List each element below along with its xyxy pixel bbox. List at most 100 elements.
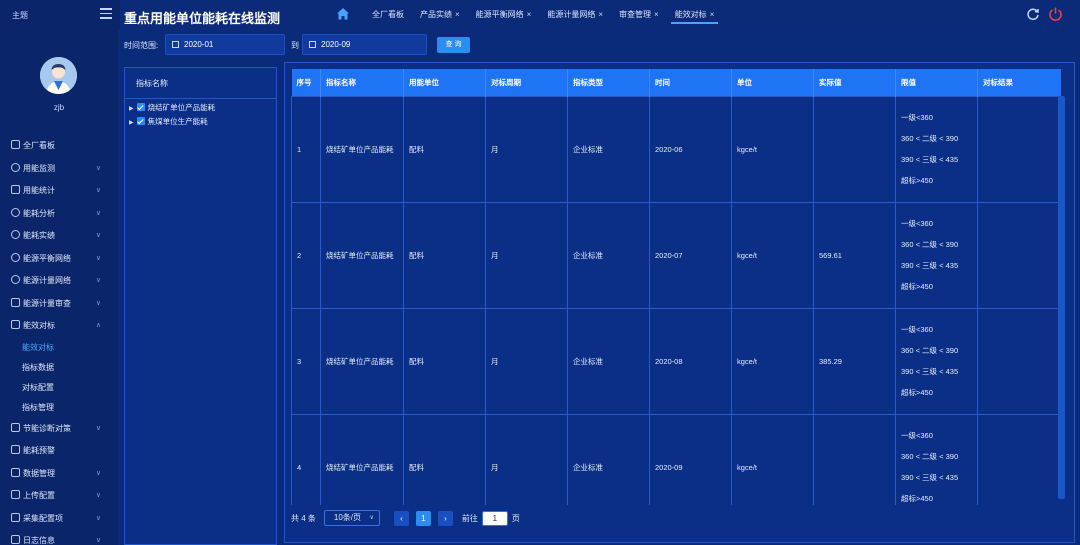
power-icon[interactable] <box>1048 6 1063 21</box>
sidebar-item-label: 上传配置 <box>23 491 55 500</box>
close-icon[interactable]: × <box>710 10 715 19</box>
total-count: 共 4 条 <box>291 513 316 523</box>
cell-no: 3 <box>291 307 321 415</box>
table-scroll-area[interactable]: 序号 指标名称 用能单位 对标周期 指标类型 时间 单位 实际值 限值 对标结果… <box>291 69 1061 505</box>
tab-product-actual[interactable]: 产品实绩 × <box>412 0 468 30</box>
sidebar-item-metering-review[interactable]: 能源计量审查 ∨ <box>0 293 118 316</box>
tree-node-coking-coal[interactable]: ▶ 焦煤单位生产能耗 <box>125 115 276 129</box>
avatar[interactable] <box>40 57 77 94</box>
sidebar-item-data-management[interactable]: 数据管理 ∨ <box>0 463 118 486</box>
cell-unit-org: 配料 <box>403 307 486 415</box>
cell-unit: kgce/t <box>731 201 814 309</box>
sidebar: zjb 全厂看板 用能监测 ∨ 用能统计 ∨ 能耗分析 ∨ 能耗实绩 ∨ 能源平衡网络 ∨… <box>0 30 118 545</box>
page-size-select[interactable]: 10条/页 ∨ <box>323 510 380 526</box>
page-1-button[interactable]: 1 <box>415 510 431 526</box>
tree-node-label: 焦煤单位生产能耗 <box>147 117 208 126</box>
cell-period: 月 <box>485 95 568 203</box>
limit-line: 一级<360 <box>901 219 933 228</box>
benchmark-table: 序号 指标名称 用能单位 对标周期 指标类型 时间 单位 实际值 限值 对标结果… <box>291 69 1061 505</box>
tree-node-label: 烧结矿单位产品能耗 <box>147 103 216 112</box>
monitor-icon <box>11 162 20 172</box>
sidebar-item-label: 能耗分析 <box>23 208 55 218</box>
chevron-up-icon: ∧ <box>95 322 101 329</box>
table-row[interactable]: 2 烧结矿单位产品能耗 配料 月 企业标准 2020-07 kgce/t 569… <box>291 201 1061 309</box>
tree-header: 指标名称 <box>125 68 276 99</box>
user-icon <box>11 230 20 239</box>
tab-review-management[interactable]: 审查管理 × <box>611 0 667 30</box>
column-header: 实际值 <box>813 69 896 96</box>
menu-toggle-icon[interactable] <box>100 8 112 19</box>
cell-no: 2 <box>291 201 321 309</box>
sidebar-item-energy-monitor[interactable]: 用能监测 ∨ <box>0 158 118 181</box>
sidebar-item-energy-stats[interactable]: 用能统计 ∨ <box>0 180 118 203</box>
close-icon[interactable]: × <box>455 10 460 19</box>
table-row[interactable]: 1 烧结矿单位产品能耗 配料 月 企业标准 2020-06 kgce/t 一级<… <box>291 95 1061 203</box>
start-date-picker[interactable]: 2020-01 <box>165 34 285 55</box>
caret-right-icon[interactable]: ▶ <box>129 106 134 112</box>
tab-label: 能源平衡网络 <box>475 10 524 19</box>
theme-label[interactable]: 主题 <box>12 10 28 21</box>
limit-line: 超标>450 <box>901 388 933 397</box>
sidebar-subitem-efficiency-benchmark[interactable]: 能效对标 <box>0 338 118 358</box>
sidebar-item-consumption-analysis[interactable]: 能耗分析 ∨ <box>0 203 118 226</box>
close-icon[interactable]: × <box>654 10 659 19</box>
tab-label: 全厂看板 <box>372 10 404 19</box>
table-row[interactable]: 3 烧结矿单位产品能耗 配料 月 企业标准 2020-08 kgce/t 385… <box>291 307 1061 415</box>
sidebar-item-upload-config[interactable]: 上传配置 ∨ <box>0 485 118 508</box>
sidebar-item-label: 用能监测 <box>23 163 55 173</box>
sidebar-item-energy-saving[interactable]: 节能诊断对策 ∨ <box>0 418 118 441</box>
sidebar-subitem-benchmark-config[interactable]: 对标配置 <box>0 378 118 398</box>
chevron-down-icon: ∨ <box>369 515 374 521</box>
sidebar-item-label: 能源计量网络 <box>23 276 71 285</box>
goto-page-input[interactable]: 1 <box>481 510 508 526</box>
stats-icon <box>11 185 20 194</box>
next-page-button[interactable]: › <box>437 510 453 526</box>
sidebar-item-energy-metering[interactable]: 能源计量网络 ∨ <box>0 270 118 293</box>
close-icon[interactable]: × <box>527 10 532 19</box>
table-row[interactable]: 4 烧结矿单位产品能耗 配料 月 企业标准 2020-09 kgce/t 一级<… <box>291 413 1061 505</box>
sidebar-subitem-indicator-management[interactable]: 指标管理 <box>0 398 118 418</box>
refresh-icon[interactable] <box>1026 7 1040 21</box>
tab-energy-balance[interactable]: 能源平衡网络 × <box>468 0 540 30</box>
sidebar-item-factory-board[interactable]: 全厂看板 <box>0 135 118 158</box>
tab-factory-board[interactable]: 全厂看板 <box>364 0 412 30</box>
home-icon[interactable] <box>336 7 350 21</box>
end-date-value: 2020-09 <box>321 40 351 49</box>
sidebar-item-efficiency-benchmark[interactable]: 能效对标 ∧ <box>0 315 118 338</box>
prev-page-button[interactable]: ‹ <box>393 510 409 526</box>
cell-period: 月 <box>485 413 568 505</box>
tree-node-sinter[interactable]: ▶ 烧结矿单位产品能耗 <box>125 101 276 115</box>
caret-right-icon[interactable]: ▶ <box>129 120 134 126</box>
chevron-down-icon: ∨ <box>95 514 101 522</box>
limit-line: 超标>450 <box>901 282 933 291</box>
start-date-value: 2020-01 <box>184 40 214 49</box>
sidebar-item-collection-config[interactable]: 采集配置项 ∨ <box>0 508 118 531</box>
tab-label: 能效对标 <box>674 10 707 19</box>
tab-energy-metering[interactable]: 能源计量网络 × <box>539 0 611 30</box>
limit-line: 390 < 三级 < 435 <box>901 473 959 482</box>
checkbox[interactable] <box>136 117 145 125</box>
sidebar-subitem-indicator-data[interactable]: 指标数据 <box>0 358 118 378</box>
checkbox[interactable] <box>136 103 145 111</box>
cell-type: 企业标准 <box>567 307 650 415</box>
query-button[interactable]: 查 询 <box>437 37 470 53</box>
tab-efficiency-benchmark[interactable]: 能效对标 × <box>667 0 723 30</box>
chevron-down-icon: ∨ <box>95 232 101 239</box>
sidebar-item-energy-balance[interactable]: 能源平衡网络 ∨ <box>0 248 118 271</box>
to-label: 到 <box>291 41 299 50</box>
cell-result <box>977 413 1061 505</box>
chevron-down-icon: ∨ <box>95 164 101 172</box>
tab-label: 能源计量网络 <box>547 10 596 19</box>
sidebar-item-consumption-actual[interactable]: 能耗实绩 ∨ <box>0 225 118 248</box>
close-icon[interactable]: × <box>598 10 603 19</box>
end-date-picker[interactable]: 2020-09 <box>302 34 427 55</box>
sidebar-item-consumption-warning[interactable]: 能耗预警 <box>0 440 118 463</box>
tab-bar: 全厂看板 产品实绩 × 能源平衡网络 × 能源计量网络 × 审查管理 × 能效对标 × <box>364 0 722 30</box>
chevron-down-icon: ∨ <box>95 424 101 432</box>
sidebar-item-log-info[interactable]: 日志信息 ∨ <box>0 530 118 545</box>
cell-unit-org: 配料 <box>403 95 486 203</box>
cell-actual: 385.29 <box>813 307 896 415</box>
vertical-scrollbar[interactable] <box>1058 96 1065 499</box>
chevron-down-icon: ∨ <box>95 187 101 194</box>
cell-time: 2020-09 <box>649 413 732 505</box>
